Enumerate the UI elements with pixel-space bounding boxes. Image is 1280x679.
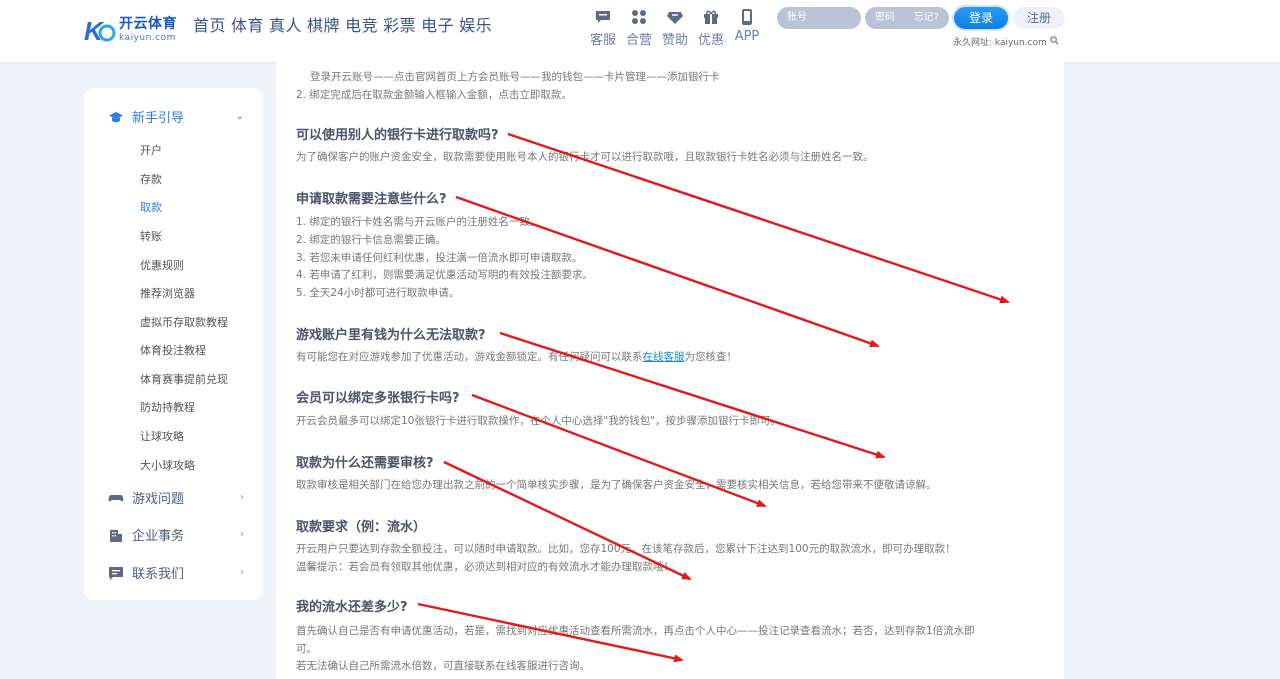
faq-question: 可以使用别人的银行卡进行取款吗? <box>296 128 499 143</box>
gamepad-icon <box>108 494 124 501</box>
sidebar-item-withdraw[interactable]: 取款 <box>140 199 162 215</box>
sidebar-section-business[interactable]: 企业事务 › <box>108 525 248 544</box>
sidebar-item-browser[interactable]: 推荐浏览器 <box>140 285 195 301</box>
sidebar-section-beginner[interactable]: 新手引导 ⌄ <box>108 107 248 126</box>
faq-answer: 1. 绑定的银行卡姓名需与开云账户的注册姓名一致。 <box>296 216 541 228</box>
faq-question: 申请取款需要注意些什么? <box>296 192 447 207</box>
nav-esports[interactable]: 电竞 <box>345 15 378 37</box>
chevron-right-icon: › <box>240 529 244 540</box>
account-input[interactable]: 账号 <box>777 7 861 29</box>
intro-line: 2. 绑定完成后在取款金额输入框输入金额，点击立即取款。 <box>296 89 572 101</box>
diamond-icon <box>667 12 683 24</box>
quick-links: 客服 合营 赞助 优惠 APP <box>585 8 765 48</box>
login-button[interactable]: 登录 <box>954 7 1008 29</box>
quick-sponsor[interactable]: 赞助 <box>657 8 693 48</box>
sidebar-item-open-account[interactable]: 开户 <box>140 142 162 158</box>
faq-question: 取款要求（例：流水） <box>296 520 427 535</box>
logo[interactable]: K 开云体育 kaiyun.com <box>83 10 179 50</box>
nav-sports[interactable]: 体育 <box>231 15 264 37</box>
sidebar-item-transfer[interactable]: 转账 <box>140 228 162 244</box>
intro-line: 登录开云账号——点击官网首页上方会员账号——我的钱包——卡片管理——添加银行卡 <box>310 71 720 83</box>
faq-answer: 4. 若申请了红利，则需要满足优惠活动写明的有效投注额要求。 <box>296 269 593 281</box>
faq-answer: 首先确认自己是否有申请优惠活动，若是，需找到对应优惠活动查看所需流水，再点击个人… <box>296 625 975 637</box>
quick-partner[interactable]: 合营 <box>621 8 657 48</box>
faq-answer: 可。 <box>296 643 317 655</box>
chevron-down-icon: ⌄ <box>235 111 244 122</box>
permanent-url: 永久网址: kaiyun.com <box>953 35 1059 48</box>
faq-content: 登录开云账号——点击官网首页上方会员账号——我的钱包——卡片管理——添加银行卡 … <box>276 62 1064 679</box>
faq-question: 游戏账户里有钱为什么无法取款? <box>296 328 486 343</box>
sidebar: 新手引导 ⌄ 开户 存款 取款 转账 优惠规则 推荐浏览器 虚拟币存取款教程 体… <box>84 88 263 600</box>
forgot-link[interactable]: 忘记? <box>914 7 939 29</box>
search-icon <box>1049 36 1059 45</box>
password-input[interactable]: 密码 忘记? <box>865 7 949 29</box>
nav-entertainment[interactable]: 娱乐 <box>459 15 492 37</box>
logo-en: kaiyun.com <box>119 33 176 43</box>
nav-lottery[interactable]: 彩票 <box>383 15 416 37</box>
message-icon <box>109 566 123 580</box>
faq-answer: 有可能您在对应游戏参加了优惠活动，游戏金额锁定。有任何疑问可以联系在线客服为您核… <box>296 351 737 363</box>
faq-question: 取款为什么还需要审核? <box>296 456 434 471</box>
faq-answer: 5. 全天24小时都可进行取款申请。 <box>296 287 460 299</box>
sidebar-item-handicap[interactable]: 让球攻略 <box>140 428 184 444</box>
quick-promo[interactable]: 优惠 <box>693 8 729 48</box>
grid-icon <box>632 10 646 24</box>
header: K 开云体育 kaiyun.com 首页 体育 真人 棋牌 电竞 彩票 电子 娱… <box>0 0 1280 62</box>
logo-mark-icon: K <box>83 13 117 47</box>
logo-cn: 开云体育 <box>119 16 177 32</box>
sidebar-section-contact[interactable]: 联系我们 › <box>108 563 248 582</box>
faq-answer: 开云会员最多可以绑定10张银行卡进行取款操作，在个人中心选择"我的钱包"，按步骤… <box>296 415 782 427</box>
register-button[interactable]: 注册 <box>1013 7 1065 29</box>
sidebar-item-promo-rules[interactable]: 优惠规则 <box>140 257 184 273</box>
online-service-link[interactable]: 在线客服 <box>643 351 685 363</box>
gift-icon <box>704 10 718 24</box>
graduation-cap-icon <box>109 111 123 122</box>
sidebar-item-cashout[interactable]: 体育赛事提前兑现 <box>140 371 228 387</box>
quick-service[interactable]: 客服 <box>585 8 621 48</box>
sidebar-item-anti-hijack[interactable]: 防劫持教程 <box>140 399 195 415</box>
faq-answer: 2. 绑定的银行卡信息需要正确。 <box>296 234 446 246</box>
sidebar-item-deposit[interactable]: 存款 <box>140 171 162 187</box>
chevron-right-icon: › <box>240 567 244 578</box>
chat-icon <box>596 11 610 23</box>
sidebar-section-game-issues[interactable]: 游戏问题 › <box>108 488 248 507</box>
nav-cards[interactable]: 棋牌 <box>307 15 340 37</box>
quick-app[interactable]: APP <box>729 8 765 48</box>
building-icon <box>110 529 122 542</box>
chevron-right-icon: › <box>240 492 244 503</box>
faq-question: 我的流水还差多少? <box>296 600 408 615</box>
faq-answer: 温馨提示：若会员有领取其他优惠，必须达到相对应的有效流水才能办理取款哦！ <box>296 561 674 573</box>
nav-home[interactable]: 首页 <box>193 15 226 37</box>
nav-live[interactable]: 真人 <box>269 15 302 37</box>
faq-answer: 若无法确认自己所需流水倍数，可直接联系在线客服进行咨询。 <box>296 660 590 672</box>
sidebar-item-crypto[interactable]: 虚拟币存取款教程 <box>140 314 228 330</box>
phone-icon <box>742 9 752 25</box>
nav-slots[interactable]: 电子 <box>421 15 454 37</box>
faq-answer: 为了确保客户的账户资金安全，取款需要使用账号本人的银行卡才可以进行取款哦，且取款… <box>296 151 874 163</box>
main-nav: 首页 体育 真人 棋牌 电竞 彩票 电子 娱乐 <box>193 15 497 37</box>
sidebar-item-sports-betting[interactable]: 体育投注教程 <box>140 342 206 358</box>
faq-answer: 3. 若您未申请任何红利优惠，投注满一倍流水即可申请取款。 <box>296 252 583 264</box>
sidebar-item-over-under[interactable]: 大小球攻略 <box>140 457 195 473</box>
faq-answer: 取款审核是相关部门在给您办理出款之前的一个简单核实步骤，是为了确保客户资金安全，… <box>296 479 937 491</box>
faq-answer: 开云用户只要达到存款全额投注，可以随时申请取款。比如，您存100元，在该笔存款后… <box>296 543 956 555</box>
faq-question: 会员可以绑定多张银行卡吗? <box>296 391 460 406</box>
